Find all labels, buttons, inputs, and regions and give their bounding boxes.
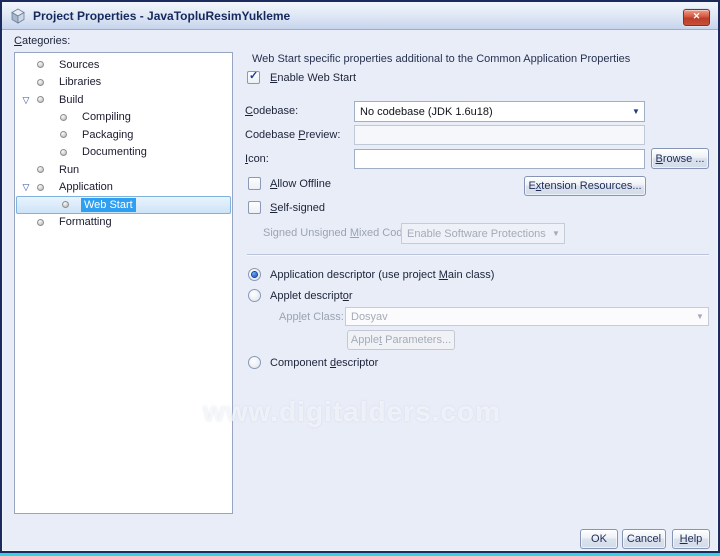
component-descriptor-label[interactable]: Component descriptor	[270, 357, 378, 369]
bullet-icon	[60, 113, 67, 121]
tree-item-application[interactable]: ▽ Application	[15, 179, 232, 197]
tree-item-label: Formatting	[59, 216, 112, 229]
mixed-code-combo: Enable Software Protections ▼	[401, 223, 565, 244]
bullet-icon	[62, 201, 69, 209]
bullet-icon	[37, 96, 44, 104]
bullet-icon	[60, 148, 67, 156]
applet-parameters-button: Applet Parameters...	[347, 330, 455, 350]
self-signed-checkbox[interactable]	[248, 201, 261, 214]
tree-item-formatting[interactable]: Formatting	[15, 214, 232, 232]
bullet-icon	[37, 61, 44, 69]
tree-item-label: Packaging	[82, 128, 134, 141]
applet-descriptor-label[interactable]: Applet descriptor	[270, 290, 353, 302]
tree-item-packaging[interactable]: Packaging	[15, 126, 232, 144]
extension-resources-label: Extension Resources...	[528, 180, 642, 192]
self-signed-label[interactable]: Self-signed	[270, 202, 325, 214]
close-icon: ✕	[692, 11, 701, 21]
applet-class-combo: Dosyav ▼	[345, 307, 709, 326]
close-button[interactable]: ✕	[683, 9, 710, 26]
tree-item-label: Run	[59, 163, 80, 176]
tree-item-label: Compiling	[82, 111, 131, 124]
tree-item-label: Libraries	[59, 76, 102, 89]
bullet-icon	[37, 218, 44, 226]
expand-triangle-icon[interactable]: ▽	[18, 182, 34, 192]
codebase-combo-value: No codebase (JDK 1.6u18)	[360, 105, 493, 118]
titlebar[interactable]: Project Properties - JavaTopluResimYukle…	[2, 2, 718, 30]
extension-resources-button[interactable]: Extension Resources...	[524, 176, 646, 196]
icon-label: Icon:	[245, 153, 269, 165]
applet-parameters-label: Applet Parameters...	[350, 334, 452, 346]
window-title: Project Properties - JavaTopluResimYukle…	[33, 8, 291, 23]
ok-button-label: OK	[591, 533, 607, 545]
icon-field[interactable]	[354, 149, 645, 169]
tree-item-build[interactable]: ▽ Build	[15, 91, 232, 109]
bullet-icon	[37, 166, 44, 174]
tree-item-label: Application	[59, 181, 113, 194]
tree-item-label: Documenting	[82, 146, 147, 159]
section-separator	[247, 254, 709, 256]
tree-item-libraries[interactable]: Libraries	[15, 74, 232, 92]
dropdown-arrow-icon: ▼	[552, 229, 560, 238]
allow-offline-label[interactable]: Allow Offline	[270, 178, 331, 190]
application-descriptor-label[interactable]: Application descriptor (use project Main…	[270, 269, 494, 281]
tree-item-label: Build	[59, 93, 84, 106]
categories-tree: Sources Libraries ▽ Build Compiling Packaging…	[14, 52, 233, 514]
project-properties-dialog: Project Properties - JavaTopluResimYukle…	[0, 0, 720, 553]
codebase-preview-field	[354, 125, 645, 145]
project-cube-icon	[11, 8, 25, 24]
enable-web-start-checkbox[interactable]: ✓	[247, 70, 260, 84]
bullet-icon	[37, 183, 44, 191]
tree-item-compiling[interactable]: Compiling	[15, 109, 232, 127]
allow-offline-checkbox[interactable]	[248, 177, 261, 190]
checkmark-icon: ✓	[249, 70, 259, 82]
mixed-code-combo-value: Enable Software Protections	[407, 227, 546, 240]
bullet-icon	[60, 131, 67, 139]
applet-class-label: Applet Class:	[279, 311, 344, 323]
tree-item-documenting[interactable]: Documenting	[15, 144, 232, 162]
codebase-combo[interactable]: No codebase (JDK 1.6u18) ▼	[354, 101, 645, 122]
codebase-preview-label: Codebase Preview:	[245, 129, 341, 141]
tree-item-run[interactable]: Run	[15, 161, 232, 179]
ok-button[interactable]: OK	[580, 529, 618, 549]
browse-button-label: Browse ...	[655, 152, 705, 165]
panel-header-text: Web Start specific properties additional…	[252, 53, 631, 65]
cancel-button-label: Cancel	[626, 533, 662, 545]
help-button-label: Help	[679, 533, 703, 545]
enable-web-start-label[interactable]: Enable Web Start	[270, 72, 356, 84]
mixed-code-label: Signed Unsigned Mixed Code:	[263, 227, 412, 239]
applet-class-combo-value: Dosyav	[351, 310, 388, 323]
help-button[interactable]: Help	[672, 529, 710, 549]
radio-selected-dot	[252, 272, 257, 277]
tree-item-web-start[interactable]: Web Start	[16, 196, 231, 214]
dropdown-arrow-icon: ▼	[696, 312, 704, 321]
component-descriptor-radio[interactable]	[248, 356, 261, 369]
expand-triangle-icon[interactable]: ▽	[18, 95, 34, 105]
bullet-icon	[37, 78, 44, 86]
dropdown-arrow-icon: ▼	[632, 107, 640, 116]
categories-label: Categories:	[14, 35, 71, 47]
tree-item-label: Sources	[59, 58, 100, 71]
cancel-button[interactable]: Cancel	[622, 529, 666, 549]
application-descriptor-radio[interactable]	[248, 268, 261, 281]
tree-item-label: Web Start	[81, 197, 136, 212]
codebase-label: Codebase:	[245, 105, 299, 117]
applet-descriptor-radio[interactable]	[248, 289, 261, 302]
tree-item-sources[interactable]: Sources	[15, 56, 232, 74]
browse-button[interactable]: Browse ...	[651, 148, 709, 169]
